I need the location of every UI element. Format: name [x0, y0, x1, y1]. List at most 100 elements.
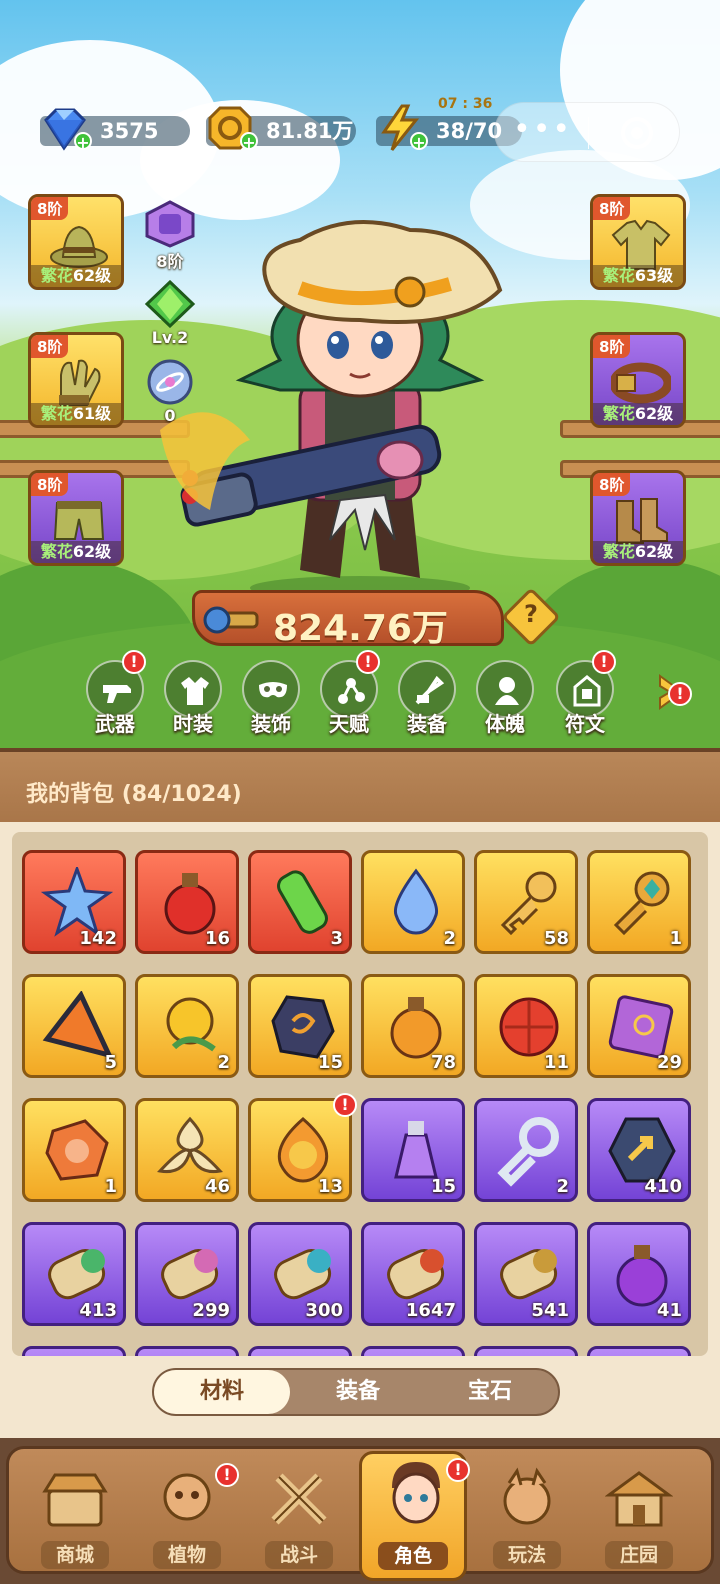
add-energy-icon[interactable]: + [410, 132, 428, 152]
combat-power-banner: 824.76万 [192, 590, 504, 649]
slot-tier: 8阶 [593, 335, 631, 358]
item-count: 410 [644, 1176, 682, 1197]
bag-item[interactable]: 13! [248, 1093, 357, 1202]
slot-tier: 8阶 [593, 473, 631, 496]
item-count: 78 [430, 1052, 456, 1073]
slot-level: 繁花62级 [31, 265, 121, 287]
function-physique[interactable]: 体魄 [470, 660, 540, 737]
item-count: 41 [656, 1300, 682, 1321]
close-target-button[interactable] [621, 117, 653, 149]
more-menu-button[interactable]: ••• [513, 115, 572, 145]
plant-icon [163, 1473, 211, 1521]
mask-icon [259, 682, 287, 698]
bag-item[interactable]: 15 [248, 974, 352, 1078]
bag-item[interactable]: 41 [587, 1222, 691, 1326]
bag-item[interactable]: 58 [474, 850, 578, 954]
nav-label: 战斗 [265, 1541, 333, 1569]
tab-gems[interactable]: 宝石 [422, 1370, 558, 1414]
slot-level: 繁花63级 [593, 265, 683, 287]
slot-tier: 8阶 [31, 197, 69, 220]
item-count: 541 [531, 1300, 569, 1321]
bag-item[interactable]: 46 [135, 1098, 239, 1202]
equip-slot-pants[interactable]: 8阶 繁花62级 [28, 470, 124, 566]
function-equipment[interactable]: 装备 [392, 660, 462, 737]
equip-icon [415, 675, 445, 705]
tab-materials[interactable]: 材料 [154, 1370, 290, 1414]
bag-item-partial[interactable] [587, 1346, 691, 1356]
bag-item[interactable]: 1647 [361, 1222, 465, 1326]
equip-slot-shirt[interactable]: 8阶 繁花63级 [590, 194, 686, 290]
alert-badge-icon: ! [356, 650, 380, 674]
bag-item[interactable]: 2 [474, 1098, 578, 1202]
bag-item[interactable]: 78 [361, 974, 465, 1078]
character-portrait[interactable] [150, 210, 550, 600]
bag-item-partial[interactable] [248, 1346, 352, 1356]
nav-label: 植物 [153, 1541, 221, 1569]
equip-slot-belt[interactable]: 8阶 繁花62级 [590, 332, 686, 428]
bag-item[interactable]: 5 [22, 974, 126, 1078]
bag-item[interactable]: 15 [361, 1098, 465, 1202]
golden-flower-icon [166, 997, 216, 1052]
bag-item[interactable]: 29 [587, 974, 691, 1078]
function-label: 时装 [173, 712, 213, 736]
bag-item[interactable]: 300 [248, 1222, 352, 1326]
function-weapon[interactable]: 武器 ! [80, 650, 150, 737]
nav-label: 商城 [41, 1541, 109, 1569]
tab-equipment[interactable]: 装备 [290, 1370, 426, 1414]
nav-plants[interactable]: 植物 ! [133, 1463, 241, 1573]
question-icon: ? [524, 600, 538, 629]
bag-item-partial[interactable] [474, 1346, 578, 1356]
function-costume[interactable]: 时装 [158, 660, 228, 737]
coat-icon [181, 677, 209, 705]
bag-item[interactable]: 1 [22, 1098, 126, 1202]
bag-tabs: 材料 装备 宝石 [152, 1368, 560, 1416]
equip-slot-hat[interactable]: 8阶 繁花62级 [28, 194, 124, 290]
equip-slot-boots[interactable]: 8阶 繁花62级 [590, 470, 686, 566]
nav-battle[interactable]: 战斗 [245, 1463, 353, 1573]
alert-badge-icon: ! [592, 650, 616, 674]
function-decoration[interactable]: 装饰 [236, 660, 306, 737]
bag-item[interactable]: 1 [587, 850, 691, 954]
equip-slot-gloves[interactable]: 8阶 繁花61级 [28, 332, 124, 428]
slot-level: 繁花62级 [593, 541, 683, 563]
water-drop-icon [393, 868, 439, 935]
nav-character[interactable]: 角色 ! [359, 1451, 470, 1581]
gold-counter[interactable]: + 81.81万 [206, 106, 356, 152]
bag-item-partial[interactable] [361, 1346, 465, 1356]
prism-icon [42, 991, 113, 1059]
bag-grid: 142 16 3 2 58 1 5 2 15 78 11 29 1 46 13! 15 2 410 413 299 30… [12, 832, 708, 1356]
add-gold-icon[interactable]: + [240, 132, 258, 152]
diamond-value: 3575 [100, 119, 159, 143]
bag-item[interactable]: 541 [474, 1222, 578, 1326]
nav-gameplay[interactable]: 玩法 [473, 1463, 581, 1573]
bag-item-partial[interactable] [22, 1346, 126, 1356]
alert-badge-icon: ! [215, 1463, 239, 1487]
nav-manor[interactable]: 庄园 [585, 1463, 693, 1573]
item-count: 46 [204, 1176, 230, 1197]
bag-item[interactable]: 2 [361, 850, 465, 954]
bag-item[interactable]: 142 [22, 850, 126, 954]
capsule-divider [588, 117, 589, 149]
add-diamond-icon[interactable]: + [74, 132, 92, 152]
bag-item[interactable]: 299 [135, 1222, 239, 1326]
function-talent[interactable]: 天赋 ! [314, 650, 384, 737]
slot-level: 繁花62级 [31, 541, 121, 563]
nav-shop[interactable]: 商城 [21, 1463, 129, 1573]
bag-item-partial[interactable] [135, 1346, 239, 1356]
nav-label: 庄园 [605, 1541, 673, 1569]
bag-item[interactable]: 413 [22, 1222, 126, 1326]
bag-item[interactable]: 2 [135, 974, 239, 1078]
item-count: 5 [104, 1052, 117, 1073]
diamond-counter[interactable]: + 3575 [40, 108, 190, 152]
item-count: 1 [669, 928, 682, 949]
mini-program-capsule: ••• [494, 102, 680, 162]
bag-item[interactable]: 410 [587, 1098, 691, 1202]
slot-level: 繁花61级 [31, 403, 121, 425]
item-count: 1 [104, 1176, 117, 1197]
bag-item[interactable]: 11 [474, 974, 578, 1078]
function-rune[interactable]: 符文 ! [550, 650, 620, 737]
bag-item[interactable]: 3 [248, 850, 352, 954]
body-icon [495, 677, 519, 705]
bag-item[interactable]: 16 [135, 850, 239, 954]
function-label: 装饰 [251, 712, 291, 736]
